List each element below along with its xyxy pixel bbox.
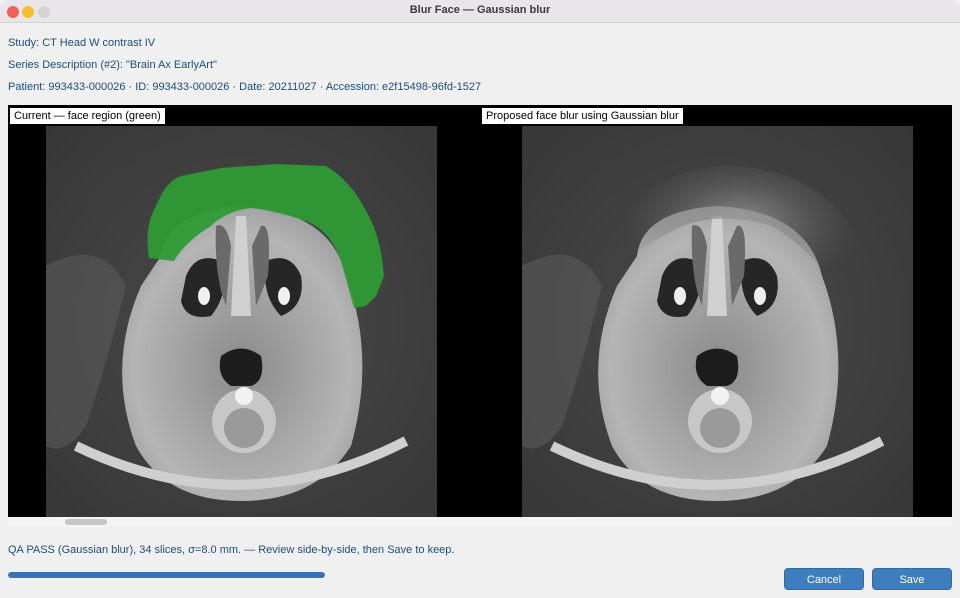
save-button[interactable]: Save: [872, 568, 952, 590]
scrollbar-thumb[interactable]: [65, 519, 107, 525]
window-title: Blur Face — Gaussian blur: [409, 4, 551, 16]
dialog-window: Blur Face — Gaussian blur Study: CT Head…: [0, 0, 960, 598]
study-label: Study: CT Head W contrast IV: [8, 37, 156, 49]
proposed-panel-label: Proposed face blur using Gaussian blur: [482, 108, 683, 124]
horizontal-scrollbar[interactable]: [8, 517, 952, 527]
status-text: QA PASS (Gaussian blur), 34 slices, σ=8.…: [8, 544, 455, 556]
progress-bar: [8, 572, 325, 578]
series-label: Series Description (#2): "Brain Ax Early…: [8, 59, 217, 71]
cancel-button[interactable]: Cancel: [784, 568, 864, 590]
current-panel-label: Current — face region (green): [10, 108, 165, 124]
progress-fill: [8, 572, 325, 578]
patient-label: Patient: 993433-000026 · ID: 993433-0000…: [8, 81, 482, 93]
image-viewer[interactable]: Current — face region (green) Proposed f…: [8, 105, 952, 527]
current-scan-image: [46, 126, 437, 517]
title-bar: Blur Face — Gaussian blur: [0, 0, 960, 23]
proposed-blur-image: [522, 126, 913, 517]
